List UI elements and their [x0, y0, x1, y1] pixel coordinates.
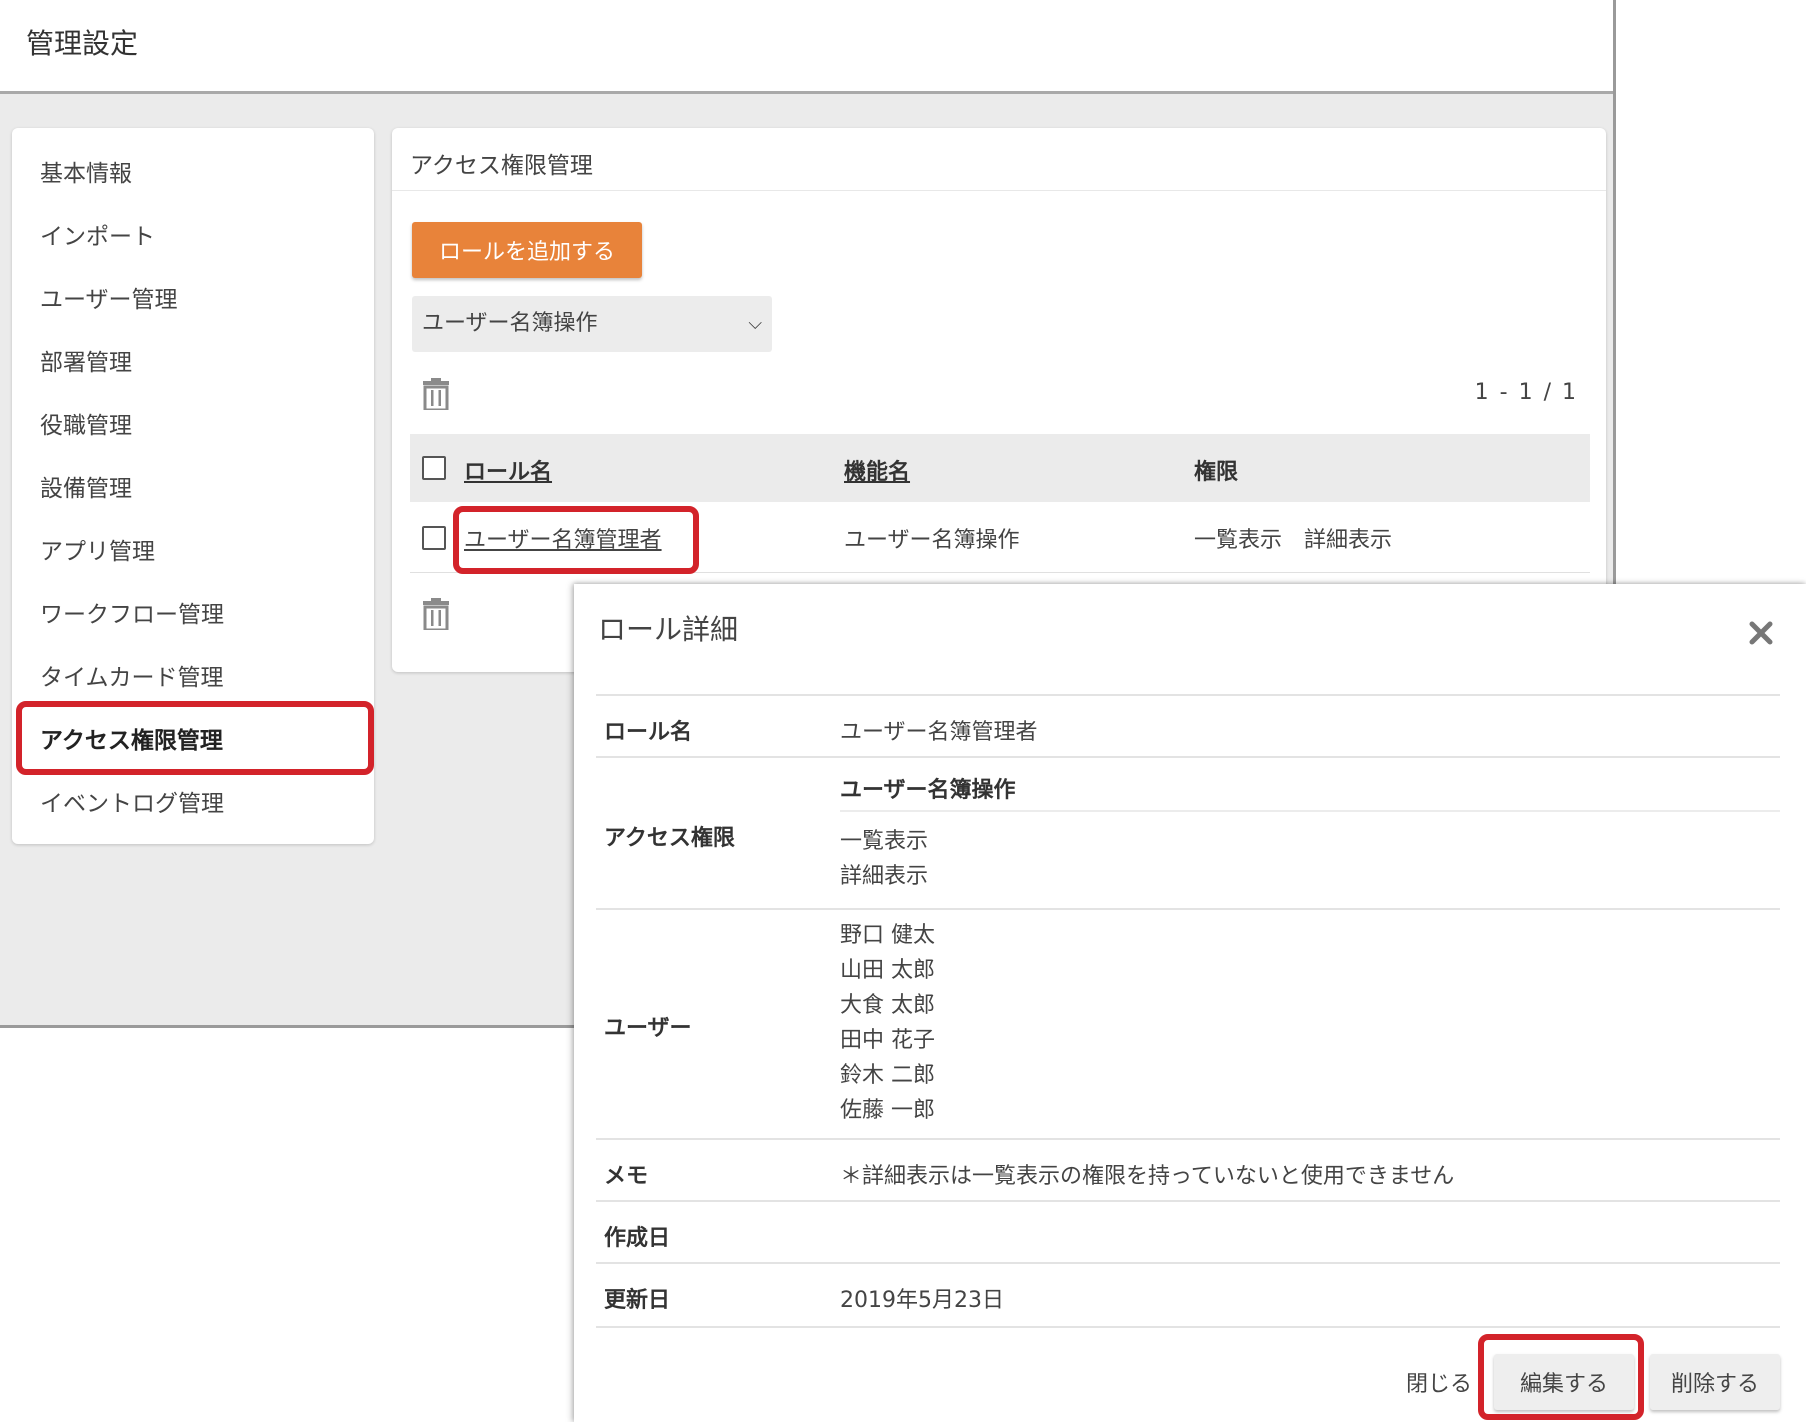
row-permission: 一覧表示 詳細表示	[1194, 528, 1393, 553]
column-header-function-name[interactable]: 機能名	[844, 454, 910, 486]
detail-label-access: アクセス権限	[604, 826, 735, 851]
panel-divider	[392, 190, 1606, 191]
sidebar-item-event-log[interactable]: イベントログ管理	[40, 784, 224, 818]
detail-value-access-function: ユーザー名簿操作	[840, 778, 1016, 803]
column-header-role-name[interactable]: ロール名	[464, 454, 552, 486]
detail-row-updated: 更新日 2019年5月23日	[596, 1262, 1780, 1328]
sidebar-item-workflow[interactable]: ワークフロー管理	[40, 595, 224, 629]
chevron-down-icon: ⌵	[748, 313, 762, 334]
trash-icon[interactable]	[422, 598, 450, 630]
user-item: 鈴木 二郎	[840, 1063, 935, 1088]
detail-label-created: 作成日	[604, 1226, 671, 1251]
detail-value-permissions: 一覧表示 詳細表示	[840, 824, 928, 894]
sidebar-highlight-annotation	[16, 701, 374, 775]
detail-value-users: 野口 健太 山田 太郎 大食 太郎 田中 花子 鈴木 二郎 佐藤 一郎	[840, 918, 935, 1128]
close-icon[interactable]	[1748, 620, 1774, 646]
detail-label-memo: メモ	[604, 1164, 649, 1189]
detail-label-updated: 更新日	[604, 1288, 671, 1313]
user-item: 田中 花子	[840, 1028, 935, 1053]
sidebar-item-facilities[interactable]: 設備管理	[40, 469, 132, 503]
panel-title: アクセス権限管理	[410, 153, 593, 179]
detail-value-memo: ＊詳細表示は一覧表示の権限を持っていないと使用できません	[840, 1164, 1455, 1189]
table-header: ロール名 機能名 権限	[410, 434, 1590, 502]
user-item: 大食 太郎	[840, 993, 935, 1018]
sidebar-item-users[interactable]: ユーザー管理	[40, 280, 178, 314]
sidebar-item-apps[interactable]: アプリ管理	[40, 532, 155, 566]
permission-item: 詳細表示	[840, 864, 929, 889]
sidebar-item-import[interactable]: インポート	[40, 217, 155, 251]
modal-title: ロール詳細	[598, 613, 739, 646]
function-select-value: ユーザー名簿操作	[422, 311, 598, 336]
detail-row-memo: メモ ＊詳細表示は一覧表示の権限を持っていないと使用できません	[596, 1138, 1780, 1202]
detail-row-users: ユーザー 野口 健太 山田 太郎 大食 太郎 田中 花子 鈴木 二郎 佐藤 一郎	[596, 908, 1780, 1140]
sidebar-item-basic-info[interactable]: 基本情報	[40, 154, 132, 188]
user-item: 山田 太郎	[840, 958, 935, 983]
user-item: 佐藤 一郎	[840, 1098, 935, 1123]
detail-row-created: 作成日	[596, 1200, 1780, 1264]
sidebar-item-timecard[interactable]: タイムカード管理	[40, 658, 224, 692]
role-link-highlight-annotation	[453, 506, 699, 574]
access-sub-divider	[840, 810, 1780, 812]
detail-label-users: ユーザー	[604, 1016, 692, 1041]
row-checkbox[interactable]	[422, 526, 446, 550]
permission-item: 一覧表示	[840, 829, 929, 854]
detail-value-updated: 2019年5月23日	[840, 1288, 1004, 1313]
edit-button-highlight-annotation	[1478, 1334, 1644, 1420]
select-all-checkbox[interactable]	[422, 456, 446, 480]
detail-label-role-name: ロール名	[604, 720, 693, 745]
trash-icon[interactable]	[422, 378, 450, 410]
page-title: 管理設定	[26, 27, 139, 60]
delete-button[interactable]: 削除する	[1650, 1354, 1780, 1410]
detail-value-role-name: ユーザー名簿管理者	[840, 720, 1038, 745]
pagination-info: 1 - 1 / 1	[1474, 380, 1578, 405]
add-role-button[interactable]: ロールを追加する	[412, 222, 642, 278]
sidebar-item-positions[interactable]: 役職管理	[40, 406, 132, 440]
user-item: 野口 健太	[840, 923, 935, 948]
function-select[interactable]: ユーザー名簿操作 ⌵	[412, 296, 772, 352]
column-header-permission: 権限	[1194, 460, 1239, 485]
detail-row-role-name: ロール名 ユーザー名簿管理者	[596, 694, 1780, 758]
sidebar-item-departments[interactable]: 部署管理	[40, 343, 132, 377]
row-function-name: ユーザー名簿操作	[844, 528, 1020, 553]
role-detail-modal: ロール詳細 ロール名 ユーザー名簿管理者 アクセス権限 ユーザー名簿操作 一覧表…	[574, 584, 1806, 1422]
app-header: 管理設定	[0, 0, 1613, 94]
detail-row-access: アクセス権限 ユーザー名簿操作 一覧表示 詳細表示	[596, 756, 1780, 910]
